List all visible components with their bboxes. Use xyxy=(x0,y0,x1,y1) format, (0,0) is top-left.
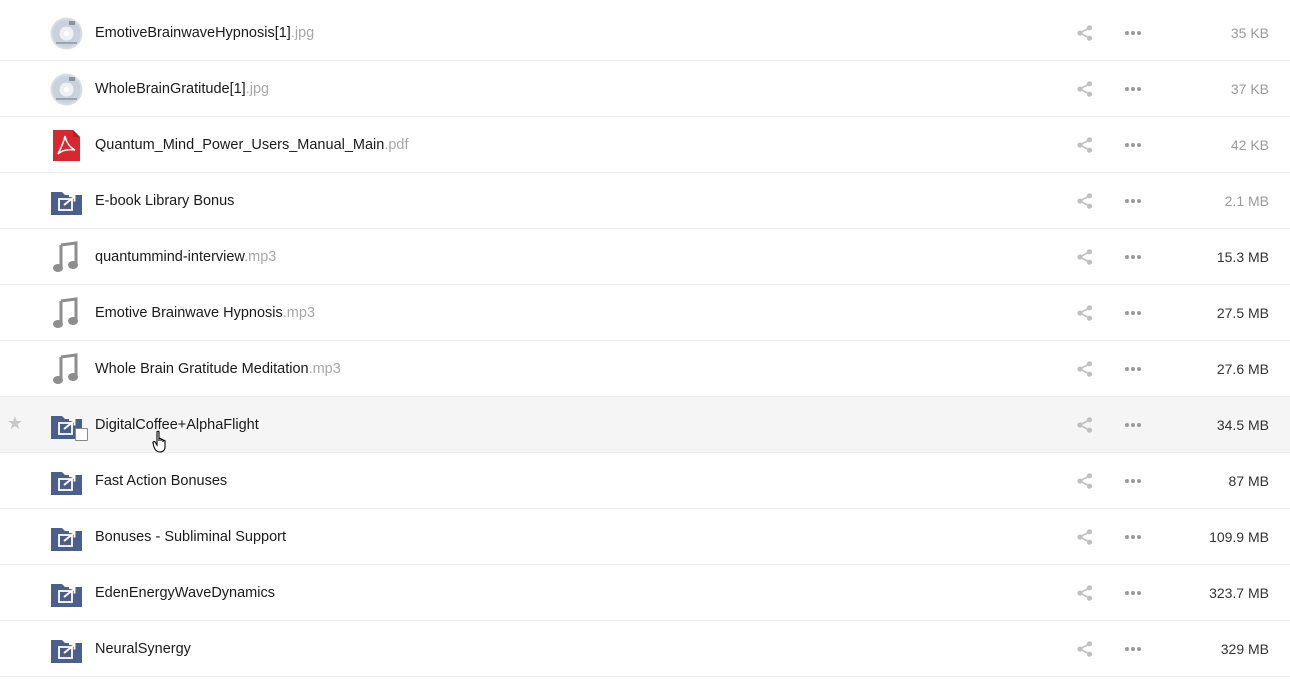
file-row[interactable]: EdenEnergyWaveDynamics 323.7 MB xyxy=(0,565,1290,621)
file-extension: .mp3 xyxy=(282,305,316,321)
more-actions-icon[interactable] xyxy=(1123,136,1143,154)
file-extension: .jpg xyxy=(290,25,315,41)
shared-folder-icon xyxy=(50,465,83,498)
file-basename: quantummind-interview xyxy=(95,249,245,265)
file-basename: Whole Brain Gratitude Meditation xyxy=(95,361,309,377)
share-icon[interactable] xyxy=(1076,416,1094,434)
audio-file-icon xyxy=(50,353,83,386)
file-row[interactable]: NeuralSynergy 329 MB xyxy=(0,621,1290,677)
file-size: 37 KB xyxy=(1230,81,1269,97)
share-icon[interactable] xyxy=(1076,80,1094,98)
image-thumbnail-icon xyxy=(50,17,83,50)
more-actions-icon[interactable] xyxy=(1123,360,1143,378)
more-actions-icon[interactable] xyxy=(1123,248,1143,266)
share-icon[interactable] xyxy=(1076,640,1094,658)
more-actions-icon[interactable] xyxy=(1123,416,1143,434)
file-name[interactable]: E-book Library Bonus xyxy=(95,173,234,229)
shared-folder-icon xyxy=(50,633,83,666)
more-actions-icon[interactable] xyxy=(1123,80,1143,98)
file-row[interactable]: WholeBrainGratitude[1].jpg 37 KB xyxy=(0,61,1290,117)
more-actions-icon[interactable] xyxy=(1123,584,1143,602)
file-size: 323.7 MB xyxy=(1209,585,1269,601)
file-row[interactable]: E-book Library Bonus 2.1 MB xyxy=(0,173,1290,229)
file-list: EmotiveBrainwaveHypnosis[1].jpg 35 KB Whol… xyxy=(0,0,1290,694)
file-size: 2.1 MB xyxy=(1224,193,1269,209)
file-basename: Bonuses - Subliminal Support xyxy=(95,529,287,545)
share-icon[interactable] xyxy=(1076,584,1094,602)
shared-folder-icon xyxy=(50,521,83,554)
file-row[interactable]: Bonuses - Subliminal Support 109.9 MB xyxy=(0,509,1290,565)
file-extension: .mp3 xyxy=(308,361,341,377)
file-basename: EmotiveBrainwaveHypnosis[1] xyxy=(95,25,291,41)
file-extension: .jpg xyxy=(245,81,270,97)
more-actions-icon[interactable] xyxy=(1123,528,1143,546)
file-size: 109.9 MB xyxy=(1209,529,1269,545)
file-size: 27.5 MB xyxy=(1216,305,1269,321)
file-basename: NeuralSynergy xyxy=(95,641,191,657)
shared-folder-icon xyxy=(50,577,83,610)
image-thumbnail-icon xyxy=(50,73,83,106)
file-size: 42 KB xyxy=(1230,137,1269,153)
audio-file-icon xyxy=(50,297,83,330)
file-size: 35 KB xyxy=(1230,25,1269,41)
file-name[interactable]: Bonuses - Subliminal Support xyxy=(95,509,286,565)
file-row[interactable]: quantummind-interview.mp3 15.3 MB xyxy=(0,229,1290,285)
file-row[interactable]: Fast Action Bonuses 87 MB xyxy=(0,453,1290,509)
file-row[interactable]: ★ DigitalCoffee+AlphaFlight 34.5 MB xyxy=(0,397,1290,453)
file-basename: Emotive Brainwave Hypnosis xyxy=(95,305,283,321)
file-name[interactable]: Whole Brain Gratitude Meditation.mp3 xyxy=(95,341,341,397)
file-extension: .pdf xyxy=(384,137,409,153)
more-actions-icon[interactable] xyxy=(1123,640,1143,658)
file-size: 87 MB xyxy=(1228,473,1269,489)
file-size: 329 MB xyxy=(1220,641,1269,657)
file-row[interactable]: Quantum_Mind_Power_Users_Manual_Main.pdf… xyxy=(0,117,1290,173)
file-size: 15.3 MB xyxy=(1216,249,1269,265)
share-icon[interactable] xyxy=(1076,528,1094,546)
more-actions-icon[interactable] xyxy=(1123,192,1143,210)
file-size: 34.5 MB xyxy=(1216,417,1269,433)
file-basename: Fast Action Bonuses xyxy=(95,473,228,489)
file-name[interactable]: Emotive Brainwave Hypnosis.mp3 xyxy=(95,285,315,341)
select-checkbox[interactable] xyxy=(75,428,88,441)
file-name[interactable]: DigitalCoffee+AlphaFlight xyxy=(95,397,259,453)
file-name[interactable]: Fast Action Bonuses xyxy=(95,453,227,509)
file-basename: WholeBrainGratitude[1] xyxy=(95,81,246,97)
file-name[interactable]: quantummind-interview.mp3 xyxy=(95,229,276,285)
file-name[interactable]: EmotiveBrainwaveHypnosis[1].jpg xyxy=(95,5,314,61)
share-icon[interactable] xyxy=(1076,192,1094,210)
share-icon[interactable] xyxy=(1076,360,1094,378)
share-icon[interactable] xyxy=(1076,24,1094,42)
audio-file-icon xyxy=(50,241,83,274)
file-row[interactable]: Whole Brain Gratitude Meditation.mp3 27.6… xyxy=(0,341,1290,397)
pdf-icon xyxy=(50,129,83,162)
file-row[interactable]: Emotive Brainwave Hypnosis.mp3 27.5 MB xyxy=(0,285,1290,341)
file-basename: E-book Library Bonus xyxy=(95,193,235,209)
file-row[interactable]: EmotiveBrainwaveHypnosis[1].jpg 35 KB xyxy=(0,5,1290,61)
favorite-star-icon[interactable]: ★ xyxy=(6,414,24,432)
share-icon[interactable] xyxy=(1076,248,1094,266)
shared-folder-icon xyxy=(50,185,83,218)
file-name[interactable]: NeuralSynergy xyxy=(95,621,191,677)
file-name[interactable]: EdenEnergyWaveDynamics xyxy=(95,565,275,621)
file-extension: .mp3 xyxy=(244,249,277,265)
share-icon[interactable] xyxy=(1076,304,1094,322)
file-basename: DigitalCoffee+AlphaFlight xyxy=(95,417,259,433)
file-name[interactable]: Quantum_Mind_Power_Users_Manual_Main.pdf xyxy=(95,117,409,173)
more-actions-icon[interactable] xyxy=(1123,24,1143,42)
file-name[interactable]: WholeBrainGratitude[1].jpg xyxy=(95,61,269,117)
file-size: 27.6 MB xyxy=(1216,361,1269,377)
share-icon[interactable] xyxy=(1076,136,1094,154)
share-icon[interactable] xyxy=(1076,472,1094,490)
more-actions-icon[interactable] xyxy=(1123,472,1143,490)
file-basename: Quantum_Mind_Power_Users_Manual_Main xyxy=(95,137,385,153)
file-basename: EdenEnergyWaveDynamics xyxy=(95,585,275,601)
hand-cursor-icon xyxy=(152,430,170,454)
more-actions-icon[interactable] xyxy=(1123,304,1143,322)
